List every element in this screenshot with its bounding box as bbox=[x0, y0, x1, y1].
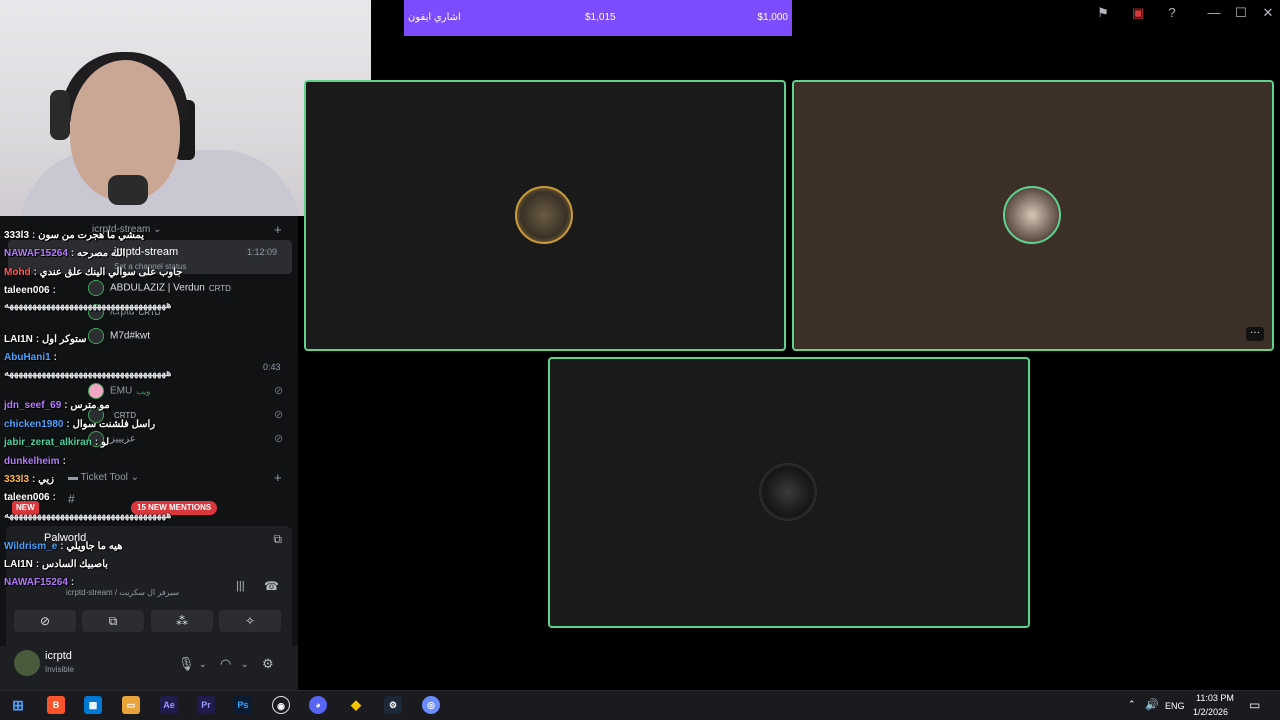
voice-timer: 0:43 bbox=[263, 362, 281, 372]
activities-button[interactable]: ⁂ bbox=[151, 610, 213, 632]
soundboard-button[interactable]: ✧ bbox=[219, 610, 281, 632]
clock-date[interactable]: 1/2/2026 bbox=[1193, 707, 1228, 717]
app-icon[interactable]: ◎ bbox=[422, 696, 440, 714]
discord-sidebar: icrptd-stream ⌄ + icrptd-stream 1:12:09 … bbox=[0, 216, 298, 690]
steam-icon[interactable]: ⚙ bbox=[384, 696, 402, 714]
user-status: Invisible bbox=[45, 665, 74, 674]
chat-message: LAI1N: باصبيك السادس bbox=[4, 559, 109, 570]
windows-start-icon[interactable]: ⊞ bbox=[9, 696, 27, 714]
donation-goal-bar: اشاري ايفون $1,015 $1,000 bbox=[404, 0, 792, 36]
chevron-down-icon[interactable]: ⌄ bbox=[241, 659, 249, 670]
chat-message: jabir_zerat_alkiran: لو bbox=[4, 437, 110, 448]
photoshop-icon[interactable]: Ps bbox=[234, 696, 252, 714]
chat-message: taleen006: bbox=[4, 285, 56, 296]
muted-icon: ⊘ bbox=[274, 409, 284, 421]
premiere-icon[interactable]: Pr bbox=[197, 696, 215, 714]
microphone-icon[interactable]: 🎙 bbox=[178, 656, 195, 672]
chat-message: AbuHani1: bbox=[4, 352, 58, 363]
category-header[interactable]: ▬ Ticket Tool ⌄ bbox=[68, 472, 139, 483]
username[interactable]: icrptd bbox=[45, 650, 72, 662]
app-icon[interactable]: ◆ bbox=[347, 696, 365, 714]
chevron-down-icon[interactable]: ⌄ bbox=[199, 659, 207, 670]
discord-icon[interactable]: ◕ bbox=[309, 696, 327, 714]
help-icon[interactable]: ? bbox=[1163, 4, 1181, 22]
notification-icon[interactable]: ▭ bbox=[1249, 698, 1260, 712]
chat-message: 333l3: يمشي ما هجرت من سون bbox=[4, 230, 144, 241]
soundwave-icon[interactable]: ||| bbox=[236, 580, 245, 592]
voice-channel-duration: 1:12:09 bbox=[247, 247, 278, 257]
video-tile[interactable]: ··· bbox=[792, 80, 1274, 351]
tray-chevron-icon[interactable]: ⌃ bbox=[1128, 699, 1136, 710]
chat-message: LAI1N: ستوكر اول bbox=[4, 334, 87, 345]
folder-icon[interactable]: ▭ bbox=[122, 696, 140, 714]
activity-share-icon[interactable]: ⧉ bbox=[273, 532, 282, 547]
obs-icon[interactable]: ◉ bbox=[272, 696, 290, 714]
headphones-icon[interactable]: ◠ bbox=[220, 656, 231, 672]
taskbar bbox=[0, 690, 1280, 720]
disconnect-icon[interactable]: ☎ bbox=[264, 579, 279, 593]
avatar bbox=[759, 463, 817, 521]
store-icon[interactable]: ▦ bbox=[84, 696, 102, 714]
add-channel-icon[interactable]: + bbox=[274, 222, 282, 237]
chat-message: NAWAF15264: الله مصرحه bbox=[4, 248, 126, 259]
chat-message: Mohd: جاوب على سوالي الينك علق عندي bbox=[4, 267, 183, 278]
voice-connected-channel[interactable]: icrptd-stream / سيرفر ال سكريت bbox=[66, 588, 179, 597]
donation-goal: $1,000 bbox=[757, 12, 788, 23]
hash-icon: # bbox=[68, 492, 75, 506]
chat-message-text: هههههههههههههههههههههههههههههههههههه bbox=[4, 300, 172, 311]
maximize-icon[interactable]: ☐ bbox=[1232, 4, 1250, 22]
close-icon[interactable]: ✕ bbox=[1259, 4, 1277, 22]
chat-message: jdn_seef_69: مو مترس bbox=[4, 400, 110, 411]
voice-member[interactable]: ABDULAZIZ | Verdun CRTD bbox=[88, 280, 231, 298]
minimize-icon[interactable]: — bbox=[1205, 4, 1223, 22]
chat-message-text: هههههههههههههههههههههههههههههههههههه bbox=[4, 510, 172, 521]
chat-message: dunkelheim: bbox=[4, 456, 66, 467]
language-indicator[interactable]: ENG bbox=[1165, 701, 1185, 711]
inbox-icon[interactable]: ▣ bbox=[1129, 4, 1147, 22]
volume-icon[interactable]: 🔊 bbox=[1145, 698, 1159, 711]
video-tile[interactable] bbox=[304, 80, 786, 351]
chat-message-text: هههههههههههههههههههههههههههههههههههه bbox=[4, 368, 172, 379]
chat-message: NAWAF15264: bbox=[4, 577, 75, 588]
avatar bbox=[515, 186, 573, 244]
donation-raised: $1,015 bbox=[585, 12, 616, 23]
avatar bbox=[1003, 186, 1061, 244]
chat-message: 333l3: زيي bbox=[4, 474, 55, 485]
muted-icon: ⊘ bbox=[274, 433, 284, 445]
clock-time[interactable]: 11:03 PM bbox=[1196, 693, 1234, 703]
camera-off-button[interactable]: ⊘ bbox=[14, 610, 76, 632]
chat-message: Wildrism_e: هيه ما جاويلي bbox=[4, 541, 123, 552]
video-tile[interactable] bbox=[548, 357, 1030, 628]
chat-message: chicken1980: راسل فلشنت سوال bbox=[4, 419, 156, 430]
gear-icon[interactable]: ⚙ bbox=[262, 656, 274, 672]
muted-icon: ⊘ bbox=[274, 385, 284, 397]
voice-member[interactable]: EMU ويب bbox=[88, 383, 150, 401]
brave-icon[interactable]: B bbox=[47, 696, 65, 714]
donation-title: اشاري ايفون bbox=[408, 12, 461, 23]
flag-icon[interactable]: ⚑ bbox=[1094, 4, 1112, 22]
more-icon[interactable]: ··· bbox=[1246, 327, 1264, 341]
voice-member[interactable]: M7d#kwt bbox=[88, 328, 150, 346]
after-effects-icon[interactable]: Ae bbox=[160, 696, 178, 714]
screen-share-button[interactable]: ⧉ bbox=[82, 610, 144, 632]
add-channel-icon[interactable]: + bbox=[274, 470, 282, 485]
avatar[interactable] bbox=[14, 650, 40, 676]
